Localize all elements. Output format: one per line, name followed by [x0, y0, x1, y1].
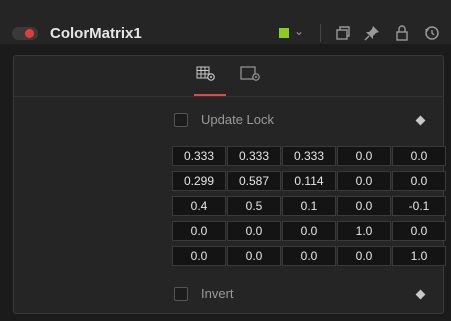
- matrix-cell-r5-c4[interactable]: 0.0: [337, 246, 391, 266]
- versions-icon[interactable]: [335, 25, 351, 41]
- node-header: ColorMatrix1 ⌄: [0, 0, 451, 44]
- matrix-cell-r4-c1[interactable]: 0.0: [172, 221, 226, 241]
- matrix-cell-r4-c5[interactable]: 0.0: [392, 221, 446, 241]
- update-lock-label: Update Lock: [201, 112, 274, 127]
- matrix-cell-r3-c3[interactable]: 0.1: [282, 196, 336, 216]
- header-divider: [320, 24, 321, 42]
- matrix-cell-r4-c2[interactable]: 0.0: [227, 221, 281, 241]
- matrix-cell-r1-c2[interactable]: 0.333: [227, 146, 281, 166]
- matrix-cell-r4-c4[interactable]: 1.0: [337, 221, 391, 241]
- matrix-cell-r5-c1[interactable]: 0.0: [172, 246, 226, 266]
- matrix-cell-r5-c5[interactable]: 1.0: [392, 246, 446, 266]
- node-color-swatch[interactable]: [279, 28, 289, 38]
- update-lock-keyframe-diamond[interactable]: [415, 115, 426, 126]
- pin-icon[interactable]: [364, 25, 380, 41]
- matrix-cell-r3-c1[interactable]: 0.4: [172, 196, 226, 216]
- matrix-cell-r2-c5[interactable]: 0.0: [392, 171, 446, 191]
- matrix-cell-r4-c3[interactable]: 0.0: [282, 221, 336, 241]
- invert-checkbox[interactable]: [174, 287, 188, 301]
- inspector-tabs: [14, 56, 443, 97]
- active-tab-indicator: [194, 94, 226, 96]
- frame-settings-icon[interactable]: [240, 66, 260, 82]
- matrix-cell-r3-c2[interactable]: 0.5: [227, 196, 281, 216]
- matrix-cell-r1-c5[interactable]: 0.0: [392, 146, 446, 166]
- matrix-cell-r1-c3[interactable]: 0.333: [282, 146, 336, 166]
- matrix-cell-r3-c5[interactable]: -0.1: [392, 196, 446, 216]
- grid-settings-icon[interactable]: [196, 66, 216, 82]
- matrix-cell-r1-c4[interactable]: 0.0: [337, 146, 391, 166]
- reset-icon[interactable]: [424, 25, 440, 41]
- update-lock-checkbox[interactable]: [174, 113, 188, 127]
- matrix-cell-r3-c4[interactable]: 0.0: [337, 196, 391, 216]
- lock-icon[interactable]: [394, 25, 410, 41]
- node-title: ColorMatrix1: [50, 25, 142, 42]
- inspector-panel: Update Lock 0.333 0.333 0.333 0.0 0.0 0.299 0.…: [13, 55, 446, 314]
- matrix-cell-r5-c3[interactable]: 0.0: [282, 246, 336, 266]
- matrix-cell-r2-c3[interactable]: 0.114: [282, 171, 336, 191]
- matrix-cell-r2-c2[interactable]: 0.587: [227, 171, 281, 191]
- node-enable-toggle[interactable]: [12, 27, 38, 40]
- invert-label: Invert: [201, 286, 234, 301]
- toggle-dot: [25, 29, 34, 38]
- matrix-cell-r2-c4[interactable]: 0.0: [337, 171, 391, 191]
- matrix-cell-r5-c2[interactable]: 0.0: [227, 246, 281, 266]
- matrix-cell-r2-c1[interactable]: 0.299: [172, 171, 226, 191]
- chevron-down-icon[interactable]: ⌄: [294, 24, 304, 38]
- invert-keyframe-diamond[interactable]: [415, 289, 426, 300]
- matrix-cell-r1-c1[interactable]: 0.333: [172, 146, 226, 166]
